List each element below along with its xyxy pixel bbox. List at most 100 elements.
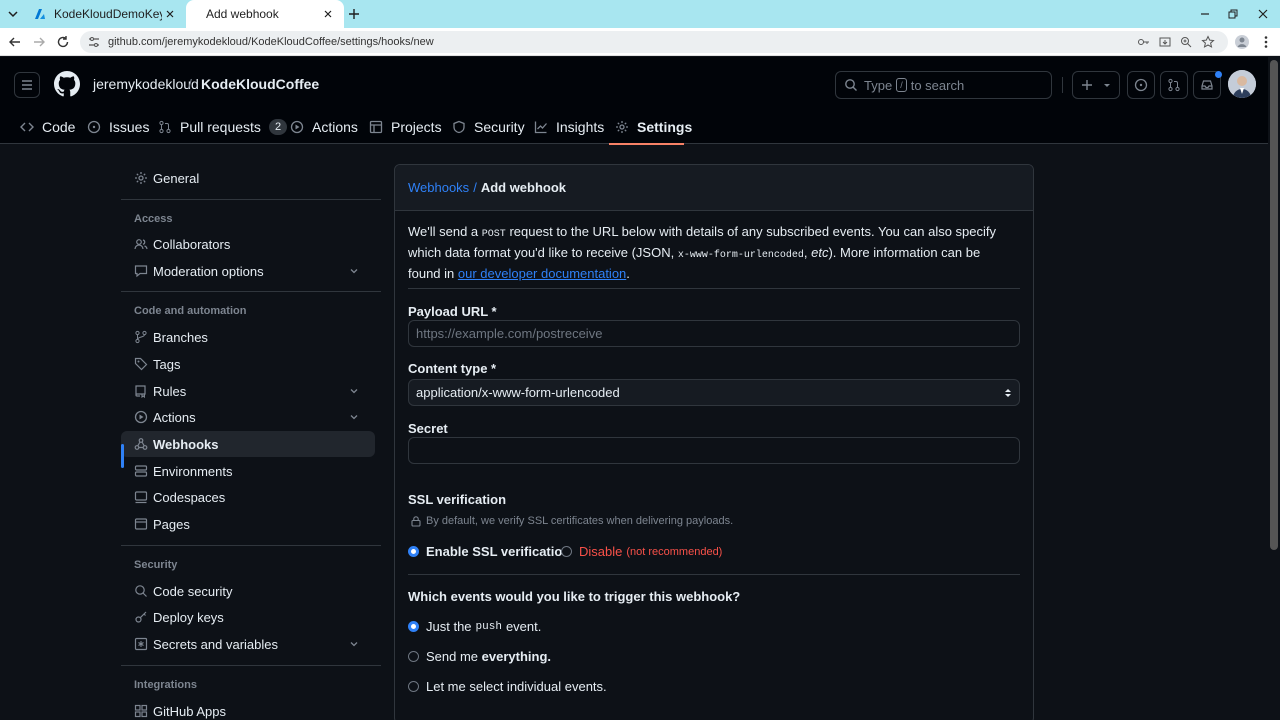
event-individual-radio[interactable] <box>408 681 419 692</box>
reload-icon[interactable] <box>55 34 71 50</box>
sidebar-heading-access: Access <box>134 213 173 225</box>
sidebar-item-github-apps[interactable]: GitHub Apps <box>134 698 374 720</box>
content-type-label: Content type * <box>408 361 497 376</box>
install-app-icon[interactable] <box>1158 35 1172 49</box>
create-new-button[interactable] <box>1072 71 1120 99</box>
search-suffix: to search <box>910 77 965 93</box>
search-prefix: Type <box>864 77 893 93</box>
ssl-disable-option[interactable]: Disable (not recommended) <box>561 544 722 559</box>
sidebar-item-label: Environments <box>153 463 233 479</box>
repo-name-link[interactable]: KodeKloudCoffee <box>201 76 319 92</box>
sidebar-item-label: Branches <box>153 329 208 345</box>
tab-actions[interactable]: Actions <box>290 110 358 144</box>
developer-docs-link[interactable]: our developer documentation <box>458 266 626 281</box>
ssl-enable-radio[interactable] <box>408 546 419 557</box>
event-push-option[interactable]: Just the push event. <box>408 619 541 634</box>
address-bar[interactable]: github.com/jeremykodekloud/KodeKloudCoff… <box>80 31 1228 53</box>
event-push-label-a: Just the <box>426 619 472 634</box>
tab-issues[interactable]: Issues <box>87 110 149 144</box>
tab-settings[interactable]: Settings <box>615 110 692 144</box>
event-everything-radio[interactable] <box>408 651 419 662</box>
tab-pull-requests[interactable]: Pull requests 2 <box>158 110 288 144</box>
event-push-radio[interactable] <box>408 621 419 632</box>
graph-icon <box>534 121 547 134</box>
new-tab-icon[interactable] <box>346 6 362 22</box>
back-icon[interactable] <box>7 34 23 50</box>
github-header: jeremykodekloud / KodeKloudCoffee Type /… <box>0 57 1280 145</box>
codespaces-icon <box>134 491 148 504</box>
tab-security[interactable]: Security <box>452 110 525 144</box>
webhooks-breadcrumb-link[interactable]: Webhooks <box>408 180 469 195</box>
content-type-value: application/x-www-form-urlencoded <box>416 385 620 400</box>
issues-button[interactable] <box>1127 71 1155 99</box>
lock-icon <box>411 516 421 527</box>
event-everything-option[interactable]: Send me everything. <box>408 649 551 664</box>
sidebar-item-tags[interactable]: Tags <box>134 351 374 377</box>
tab-label: Pull requests <box>180 119 261 135</box>
sidebar-item-label: Actions <box>153 409 196 425</box>
site-info-icon[interactable] <box>88 36 100 48</box>
repo-nav: Code Issues Pull requests 2 Actions Proj… <box>0 110 1280 144</box>
sidebar-item-pages[interactable]: Pages <box>134 511 374 537</box>
sidebar-divider <box>121 545 381 546</box>
url-text: github.com/jeremykodekloud/KodeKloudCoff… <box>108 36 434 48</box>
sidebar-item-actions[interactable]: Actions <box>134 404 374 430</box>
section-divider <box>408 288 1020 289</box>
tab-projects[interactable]: Projects <box>369 110 442 144</box>
user-avatar[interactable] <box>1228 70 1256 98</box>
content-type-select[interactable]: application/x-www-form-urlencoded <box>408 379 1020 406</box>
menu-icon[interactable] <box>14 72 40 98</box>
close-icon[interactable] <box>320 6 336 22</box>
sidebar-item-branches[interactable]: Branches <box>134 324 374 350</box>
issue-icon <box>87 120 101 134</box>
sidebar-item-webhooks[interactable]: Webhooks <box>121 431 375 457</box>
people-icon <box>134 239 148 250</box>
sidebar-item-general[interactable]: General <box>134 165 374 191</box>
sidebar-heading-security: Security <box>134 559 178 571</box>
sidebar-item-codespaces[interactable]: Codespaces <box>134 484 374 510</box>
key-icon[interactable] <box>1137 35 1151 49</box>
close-icon[interactable] <box>162 6 178 22</box>
window-close-icon[interactable] <box>1256 7 1270 21</box>
payload-url-input[interactable] <box>408 320 1020 347</box>
sidebar-heading-integrations: Integrations <box>134 679 197 691</box>
secret-input[interactable] <box>408 437 1020 464</box>
browser-toolbar: github.com/jeremykodekloud/KodeKloudCoff… <box>0 28 1280 56</box>
tab-code[interactable]: Code <box>20 110 75 144</box>
sidebar-item-label: Tags <box>153 356 181 372</box>
server-icon <box>134 465 148 477</box>
browser-tab-keyvault[interactable]: KodeKloudDemoKeyVault - Mic <box>26 0 186 28</box>
tab-label: Actions <box>312 119 358 135</box>
sidebar-item-collaborators[interactable]: Collaborators <box>134 231 374 257</box>
sidebar-item-environments[interactable]: Environments <box>134 458 374 484</box>
bookmark-star-icon[interactable] <box>1201 35 1215 49</box>
search-icon <box>845 79 857 91</box>
breadcrumb-separator: / <box>473 180 477 195</box>
sidebar-item-moderation[interactable]: Moderation options <box>134 258 374 284</box>
ssl-disable-radio[interactable] <box>561 546 572 557</box>
scrollbar-thumb[interactable] <box>1270 60 1278 550</box>
forward-icon[interactable] <box>31 34 47 50</box>
github-logo-icon[interactable] <box>54 71 80 97</box>
sidebar-item-label: Codespaces <box>153 489 226 505</box>
sidebar-item-rules[interactable]: Rules <box>134 378 374 404</box>
minimize-icon[interactable] <box>1198 7 1212 21</box>
sidebar-item-code-security[interactable]: Code security <box>134 578 374 604</box>
ssl-enable-option[interactable]: Enable SSL verification <box>408 544 570 559</box>
search-input[interactable]: Type / to search <box>835 71 1052 99</box>
event-individual-option[interactable]: Let me select individual events. <box>408 679 607 694</box>
tab-insights[interactable]: Insights <box>534 110 604 144</box>
browser-tab-add-webhook[interactable]: Add webhook <box>186 0 344 28</box>
payload-url-label: Payload URL * <box>408 304 497 319</box>
pull-requests-button[interactable] <box>1160 71 1188 99</box>
zoom-icon[interactable] <box>1179 35 1193 49</box>
event-push-label-b: event. <box>505 619 542 634</box>
tab-search-icon[interactable] <box>6 7 20 21</box>
profile-avatar[interactable] <box>1234 34 1250 50</box>
pull-request-icon <box>159 120 171 134</box>
browser-menu-icon[interactable] <box>1258 34 1274 50</box>
sidebar-item-secrets[interactable]: Secrets and variables <box>134 631 374 657</box>
sidebar-item-deploy-keys[interactable]: Deploy keys <box>134 604 374 630</box>
repo-owner-link[interactable]: jeremykodekloud <box>93 76 199 92</box>
restore-icon[interactable] <box>1226 7 1240 21</box>
